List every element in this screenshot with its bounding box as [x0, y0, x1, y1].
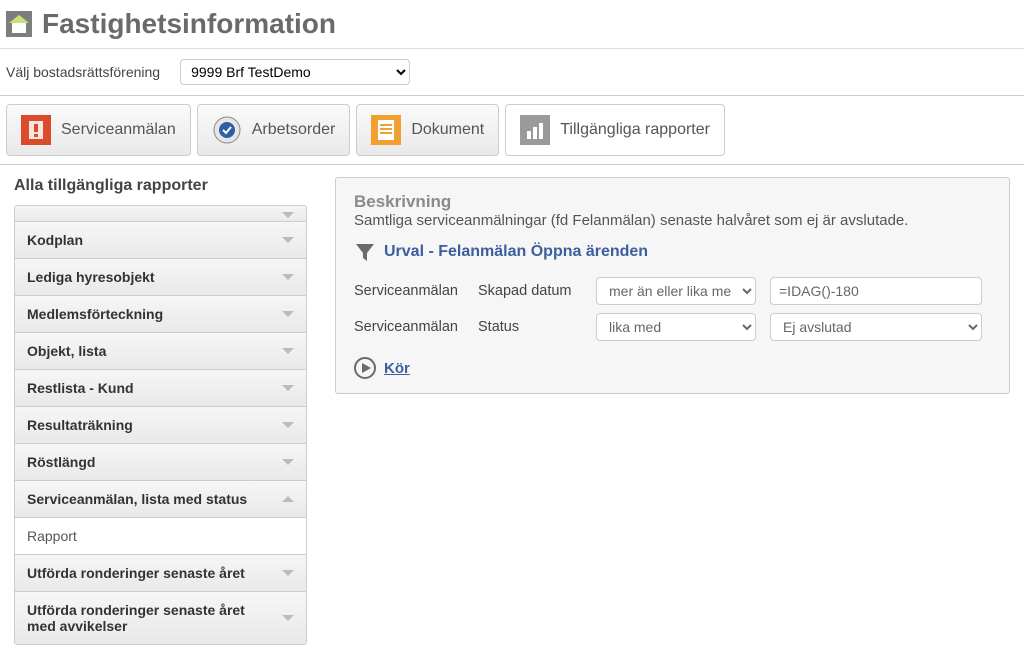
filter-field: Skapad datum — [478, 283, 582, 299]
sidebar-item-serviceanmalan[interactable]: Serviceanmälan, lista med status — [15, 481, 306, 518]
tab-label: Tillgängliga rapporter — [560, 121, 710, 139]
filter-field: Status — [478, 319, 582, 335]
play-icon[interactable] — [354, 357, 376, 379]
report-panel: Beskrivning Samtliga serviceanmälningar … — [335, 177, 1010, 394]
sidebar-item-label: Kodplan — [27, 232, 83, 248]
report-accordion: Kodplan Lediga hyresobjekt Medlemsförtec… — [14, 205, 307, 645]
sidebar-item-kodplan[interactable]: Kodplan — [15, 222, 306, 259]
tab-serviceanmalan[interactable]: Serviceanmälan — [6, 104, 191, 156]
sidebar-item-label: Restlista - Kund — [27, 380, 134, 396]
sidebar-column: Alla tillgängliga rapporter Kodplan Ledi… — [14, 177, 307, 645]
chevron-down-icon — [282, 570, 294, 576]
sidebar-subitem-label: Rapport — [27, 528, 77, 544]
tab-label: Serviceanmälan — [61, 121, 176, 139]
checkmark-badge-icon — [212, 115, 242, 145]
sidebar-item-utforda2[interactable]: Utförda ronderinger senaste året med avv… — [15, 592, 306, 644]
sidebar-item-label: Serviceanmälan, lista med status — [27, 491, 247, 507]
run-link[interactable]: Kör — [384, 360, 410, 377]
page-header: Fastighetsinformation — [0, 0, 1024, 49]
chevron-down-icon — [282, 274, 294, 280]
chevron-up-icon — [282, 496, 294, 502]
sidebar-item-label: Objekt, lista — [27, 343, 106, 359]
sidebar-item-label: Medlemsförteckning — [27, 306, 163, 322]
filter-operator-select[interactable]: mer än eller lika med — [596, 277, 756, 305]
sidebar-item-truncated[interactable] — [15, 206, 306, 222]
tab-arbetsorder[interactable]: Arbetsorder — [197, 104, 351, 156]
run-row: Kör — [354, 357, 991, 379]
document-icon — [371, 115, 401, 145]
tab-rapporter[interactable]: Tillgängliga rapporter — [505, 104, 725, 156]
chevron-down-icon — [282, 311, 294, 317]
chevron-down-icon — [282, 348, 294, 354]
sidebar-subitem-rapport[interactable]: Rapport — [15, 518, 306, 555]
sidebar-item-utforda1[interactable]: Utförda ronderinger senaste året — [15, 555, 306, 592]
section-title: Alla tillgängliga rapporter — [14, 177, 307, 195]
association-label: Välj bostadsrättsförening — [6, 64, 160, 80]
exclamation-icon — [21, 115, 51, 145]
filter-value-input[interactable] — [770, 277, 982, 305]
sidebar-item-objekt[interactable]: Objekt, lista — [15, 333, 306, 370]
chevron-down-icon — [282, 615, 294, 621]
home-logo-icon — [6, 11, 32, 37]
description-label: Beskrivning — [354, 192, 991, 212]
tab-dokument[interactable]: Dokument — [356, 104, 499, 156]
chevron-down-icon — [282, 237, 294, 243]
tabs-bar: Serviceanmälan Arbetsorder Dokument Till… — [0, 96, 1024, 165]
sidebar-item-lediga[interactable]: Lediga hyresobjekt — [15, 259, 306, 296]
chevron-down-icon — [282, 385, 294, 391]
sidebar-item-rostlangd[interactable]: Röstlängd — [15, 444, 306, 481]
tab-label: Dokument — [411, 121, 484, 139]
urval-title: Urval - Felanmälan Öppna ärenden — [384, 243, 648, 261]
filter-entity: Serviceanmälan — [354, 283, 464, 299]
chevron-down-icon — [282, 212, 294, 218]
urval-header: Urval - Felanmälan Öppna ärenden — [354, 241, 991, 263]
filter-operator-select[interactable]: lika med — [596, 313, 756, 341]
association-select[interactable]: 9999 Brf TestDemo — [180, 59, 410, 85]
sidebar-item-label: Lediga hyresobjekt — [27, 269, 155, 285]
chart-icon — [520, 115, 550, 145]
sidebar-item-label: Utförda ronderinger senaste året — [27, 565, 245, 581]
filter-value-select[interactable]: Ej avslutad — [770, 313, 982, 341]
chevron-down-icon — [282, 422, 294, 428]
funnel-icon — [354, 241, 376, 263]
sidebar-item-resultat[interactable]: Resultaträkning — [15, 407, 306, 444]
association-selector-row: Välj bostadsrättsförening 9999 Brf TestD… — [0, 49, 1024, 96]
filter-entity: Serviceanmälan — [354, 319, 464, 335]
sidebar-item-medlems[interactable]: Medlemsförteckning — [15, 296, 306, 333]
sidebar-item-label: Utförda ronderinger senaste året med avv… — [27, 602, 267, 634]
filter-row-status: Serviceanmälan Status lika med Ej avslut… — [354, 313, 991, 341]
main-content: Alla tillgängliga rapporter Kodplan Ledi… — [0, 165, 1024, 657]
chevron-down-icon — [282, 459, 294, 465]
sidebar-item-restlista[interactable]: Restlista - Kund — [15, 370, 306, 407]
description-text: Samtliga serviceanmälningar (fd Felanmäl… — [354, 212, 991, 229]
page-title: Fastighetsinformation — [42, 8, 336, 40]
sidebar-item-label: Resultaträkning — [27, 417, 133, 433]
filter-row-datum: Serviceanmälan Skapad datum mer än eller… — [354, 277, 991, 305]
sidebar-item-label: Röstlängd — [27, 454, 95, 470]
tab-label: Arbetsorder — [252, 121, 336, 139]
